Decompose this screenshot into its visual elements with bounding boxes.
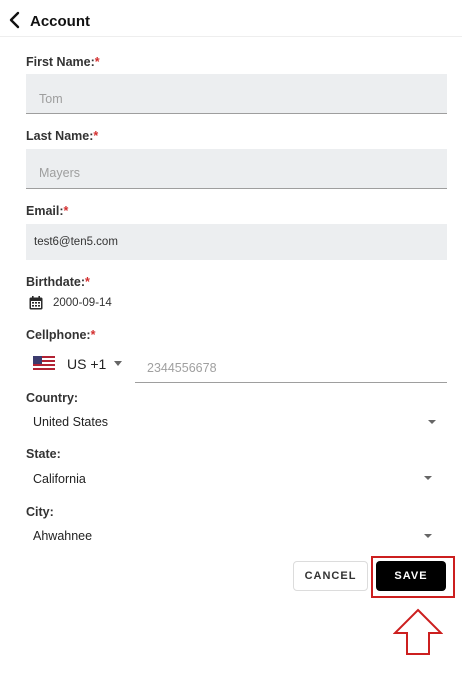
cellphone-label: Cellphone:* bbox=[26, 328, 96, 342]
email-field[interactable]: test6@ten5.com bbox=[26, 224, 447, 260]
save-button[interactable]: SAVE bbox=[376, 561, 446, 591]
header-bar: Account bbox=[0, 0, 462, 37]
email-label: Email:* bbox=[26, 204, 69, 218]
last-name-value: Mayers bbox=[39, 166, 80, 180]
first-name-field[interactable]: Tom bbox=[26, 74, 447, 114]
page-title: Account bbox=[30, 13, 90, 30]
country-code-selector[interactable]: US +1 bbox=[67, 356, 106, 372]
state-caret-icon bbox=[424, 476, 432, 480]
birthdate-value[interactable]: 2000-09-14 bbox=[53, 297, 112, 309]
country-label: Country: bbox=[26, 391, 79, 405]
state-value: California bbox=[33, 472, 86, 486]
country-value: United States bbox=[33, 415, 109, 429]
chevron-left-icon bbox=[9, 11, 20, 29]
cellphone-placeholder: 2344556678 bbox=[147, 361, 217, 375]
last-name-field[interactable]: Mayers bbox=[26, 149, 447, 189]
first-name-value: Tom bbox=[39, 92, 63, 106]
arrow-up-outline-icon bbox=[393, 608, 443, 655]
country-caret-icon bbox=[428, 420, 436, 424]
back-button[interactable] bbox=[6, 9, 24, 31]
country-code-caret-icon[interactable] bbox=[114, 361, 122, 366]
city-label: City: bbox=[26, 505, 54, 519]
city-value: Ahwahnee bbox=[33, 529, 93, 543]
first-name-label: First Name:* bbox=[26, 55, 100, 69]
cellphone-input[interactable]: 2344556678 bbox=[135, 352, 447, 383]
birthdate-label: Birthdate:* bbox=[26, 275, 90, 289]
state-label: State: bbox=[26, 447, 61, 461]
cancel-button[interactable]: CANCEL bbox=[293, 561, 368, 591]
last-name-label: Last Name:* bbox=[26, 129, 99, 143]
calendar-icon[interactable] bbox=[29, 296, 43, 310]
us-flag-icon bbox=[33, 356, 55, 370]
city-caret-icon bbox=[424, 534, 432, 538]
email-value: test6@ten5.com bbox=[34, 236, 118, 248]
